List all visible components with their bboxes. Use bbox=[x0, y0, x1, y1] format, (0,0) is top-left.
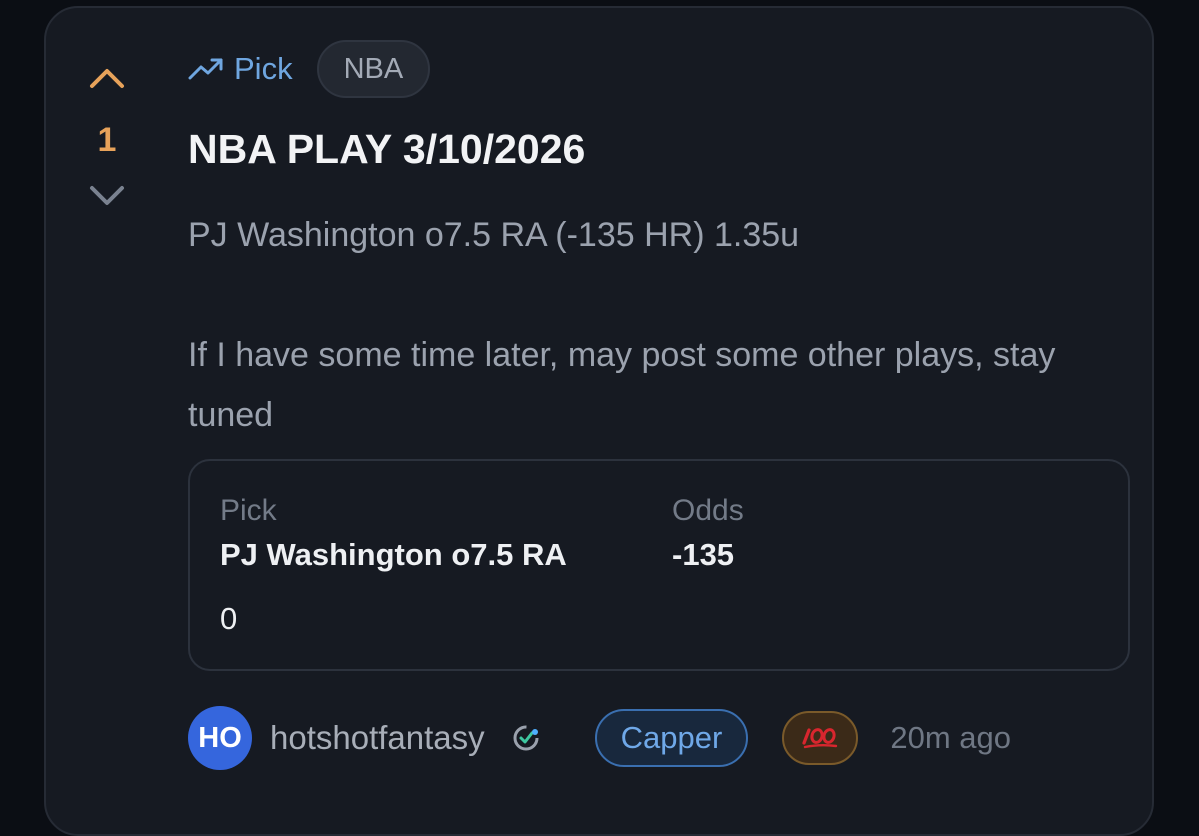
pick-column: Pick PJ Washington o7.5 RA bbox=[220, 493, 567, 575]
post-timestamp: 20m ago bbox=[890, 720, 1011, 755]
trending-up-icon bbox=[188, 58, 223, 80]
post-tags: Pick NBA bbox=[188, 40, 431, 98]
vote-count: 1 bbox=[97, 121, 117, 159]
post-body-line-note: If I have some time later, may post some… bbox=[188, 336, 1056, 434]
post-title: NBA PLAY 3/10/2026 bbox=[188, 126, 586, 172]
downvote-chevron-icon[interactable] bbox=[84, 176, 130, 216]
verified-badge-icon bbox=[513, 725, 539, 751]
pick-details-card: Pick PJ Washington o7.5 RA Odds -135 0 bbox=[188, 459, 1130, 671]
post-footer: HO hotshotfantasy Capper 20m ago bbox=[188, 706, 1011, 770]
post-body-line-pick: PJ Washington o7.5 RA (-135 HR) 1.35u bbox=[188, 216, 800, 254]
post-body-spacer bbox=[188, 265, 1128, 325]
pick-result-value: 0 bbox=[220, 601, 238, 636]
avatar[interactable]: HO bbox=[188, 706, 252, 770]
odds-label: Odds bbox=[672, 494, 744, 527]
odds-column: Odds -135 bbox=[672, 493, 744, 575]
odds-value: -135 bbox=[672, 537, 735, 572]
reaction-button[interactable] bbox=[782, 711, 859, 765]
upvote-chevron-icon[interactable] bbox=[84, 58, 130, 98]
pick-value: PJ Washington o7.5 RA bbox=[220, 537, 567, 572]
hundred-points-icon bbox=[802, 728, 838, 749]
league-tag[interactable]: NBA bbox=[316, 40, 431, 98]
author-username[interactable]: hotshotfantasy bbox=[270, 719, 485, 757]
pick-type-text: Pick bbox=[234, 51, 293, 86]
pick-type-label: Pick bbox=[188, 51, 293, 87]
pick-label: Pick bbox=[220, 494, 277, 527]
vote-column: 1 bbox=[84, 58, 130, 216]
role-badge: Capper bbox=[594, 709, 749, 767]
post-body: PJ Washington o7.5 RA (-135 HR) 1.35u If… bbox=[188, 205, 1128, 445]
